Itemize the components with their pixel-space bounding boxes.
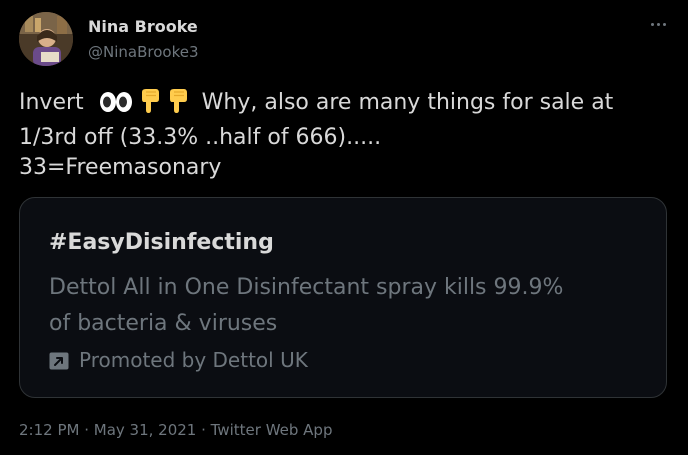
tweet-date: May 31, 2021 [93,421,197,439]
tweet-line-1: Invert Why, also are many things for sal… [19,88,669,123]
tweet-time: 2:12 PM [19,421,80,439]
tweet-timestamp: 2:12 PM · May 31, 2021 · Twitter Web App [19,420,332,440]
display-name[interactable]: Nina Brooke [88,17,198,37]
pointing-down-emoji-icon [139,88,161,123]
profile-avatar-icon [19,12,73,66]
more-dot [656,22,660,26]
eyes-emoji-icon [99,90,133,123]
more-options-icon[interactable] [646,14,670,34]
promoted-text: Promoted by Dettol UK [79,348,308,372]
tweet-line-3: 33=Freemasonary [19,155,222,180]
card-description-line-1: Dettol All in One Disinfectant spray kil… [49,275,564,300]
separator: · [196,421,211,439]
tweet-text: Invert Why, also are many things for sal… [19,88,669,183]
avatar[interactable] [19,12,73,66]
tweet-text-prefix: Invert [19,90,84,115]
more-dot [662,22,666,26]
user-handle[interactable]: @NinaBrooke3 [88,42,199,62]
separator: · [79,421,94,439]
tweet-line-2: 1/3rd off (33.3% ..half of 666)..... [19,125,382,150]
pointing-down-emoji-icon [167,88,189,123]
more-dot [650,22,654,26]
tweet: Nina Brooke @NinaBrooke3 Invert Why, als… [0,0,688,455]
promoted-icon [49,351,69,370]
promoted-label: Promoted by Dettol UK [49,346,308,374]
promoted-card[interactable]: #EasyDisinfecting Dettol All in One Disi… [19,197,667,398]
card-description-line-2: of bacteria & viruses [49,311,278,336]
card-hashtag[interactable]: #EasyDisinfecting [49,228,274,258]
card-description: Dettol All in One Disinfectant spray kil… [49,270,649,342]
tweet-text-suffix: Why, also are many things for sale at [201,90,614,115]
tweet-time-link[interactable]: 2:12 PM · May 31, 2021 [19,421,196,439]
tweet-source-link[interactable]: Twitter Web App [211,421,333,439]
